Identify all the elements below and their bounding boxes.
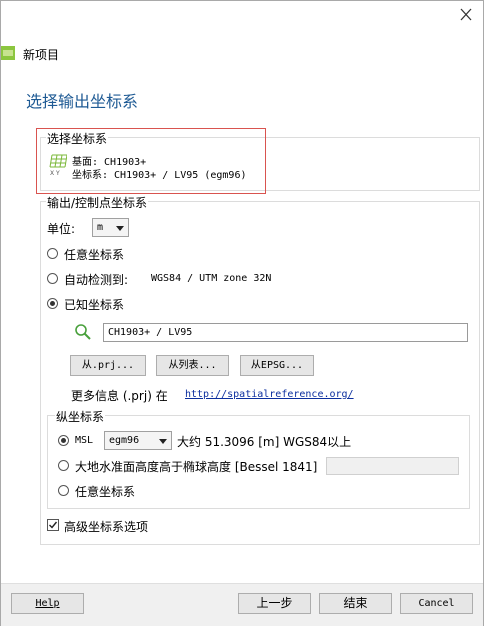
known-crs-input[interactable]: CH1903+ / LV95 xyxy=(103,323,468,342)
chevron-down-icon xyxy=(116,226,124,231)
ellipsoid-height-input[interactable] xyxy=(326,457,459,475)
app-logo-icon xyxy=(1,46,15,60)
unit-label: 单位: xyxy=(47,222,76,236)
help-button[interactable]: Help xyxy=(11,593,84,614)
radio-arbitrary[interactable] xyxy=(47,248,58,259)
radio-auto-detect-label: 自动检测到: xyxy=(64,273,129,287)
back-button[interactable]: 上一步 xyxy=(238,593,311,614)
auto-detect-value: WGS84 / UTM zone 32N xyxy=(151,273,272,284)
checkmark-icon xyxy=(49,521,58,529)
close-icon xyxy=(460,8,472,21)
vertical-crs-group-label: 纵坐标系 xyxy=(55,408,106,425)
svg-text:X Y: X Y xyxy=(50,170,60,176)
chevron-down-icon xyxy=(159,439,167,444)
close-button[interactable] xyxy=(456,6,476,24)
output-crs-group-label: 输出/控制点坐标系 xyxy=(46,194,149,211)
selected-crs-group-label: 选择坐标系 xyxy=(46,130,109,147)
more-info-text: 更多信息 (.prj) 在 xyxy=(71,389,168,403)
radio-msl-label: MSL xyxy=(75,435,94,446)
from-list-button[interactable]: 从列表... xyxy=(156,355,229,376)
radio-known[interactable] xyxy=(47,298,58,309)
radio-msl[interactable] xyxy=(58,435,69,446)
unit-select-value: m xyxy=(97,222,104,233)
radio-ellipsoid-height[interactable] xyxy=(58,460,69,471)
page-title: 选择输出坐标系 xyxy=(26,92,139,111)
help-button-label: Help xyxy=(35,598,60,609)
coordinate-grid-icon: X Y xyxy=(49,154,68,177)
radio-vertical-arbitrary-label: 任意坐标系 xyxy=(75,485,136,499)
radio-arbitrary-label: 任意坐标系 xyxy=(64,248,125,262)
radio-ellipsoid-height-label: 大地水准面高度高于椭球高度 [Bessel 1841] xyxy=(75,460,318,474)
search-icon xyxy=(74,323,92,344)
selected-crs-text: 坐标系: CH1903+ / LV95 (egm96) xyxy=(72,170,247,181)
cancel-button[interactable]: Cancel xyxy=(400,593,473,614)
known-crs-value: CH1903+ / LV95 xyxy=(108,327,193,338)
from-prj-button[interactable]: 从.prj... xyxy=(70,355,146,376)
from-epsg-button[interactable]: 从EPSG... xyxy=(240,355,314,376)
finish-button[interactable]: 结束 xyxy=(319,593,392,614)
advanced-options-label: 高级坐标系选项 xyxy=(64,520,149,534)
geoid-select-value: egm96 xyxy=(109,435,140,446)
unit-select[interactable]: m xyxy=(92,218,129,237)
advanced-options-checkbox[interactable] xyxy=(47,519,59,531)
radio-vertical-arbitrary[interactable] xyxy=(58,485,69,496)
msl-info-text: 大约 51.3096 [m] WGS84以上 xyxy=(177,435,352,449)
spatialreference-link[interactable]: http://spatialreference.org/ xyxy=(185,389,354,400)
radio-known-label: 已知坐标系 xyxy=(64,298,125,312)
radio-auto-detect[interactable] xyxy=(47,273,58,284)
geoid-select[interactable]: egm96 xyxy=(104,431,172,450)
window-title: 新项目 xyxy=(23,48,60,62)
